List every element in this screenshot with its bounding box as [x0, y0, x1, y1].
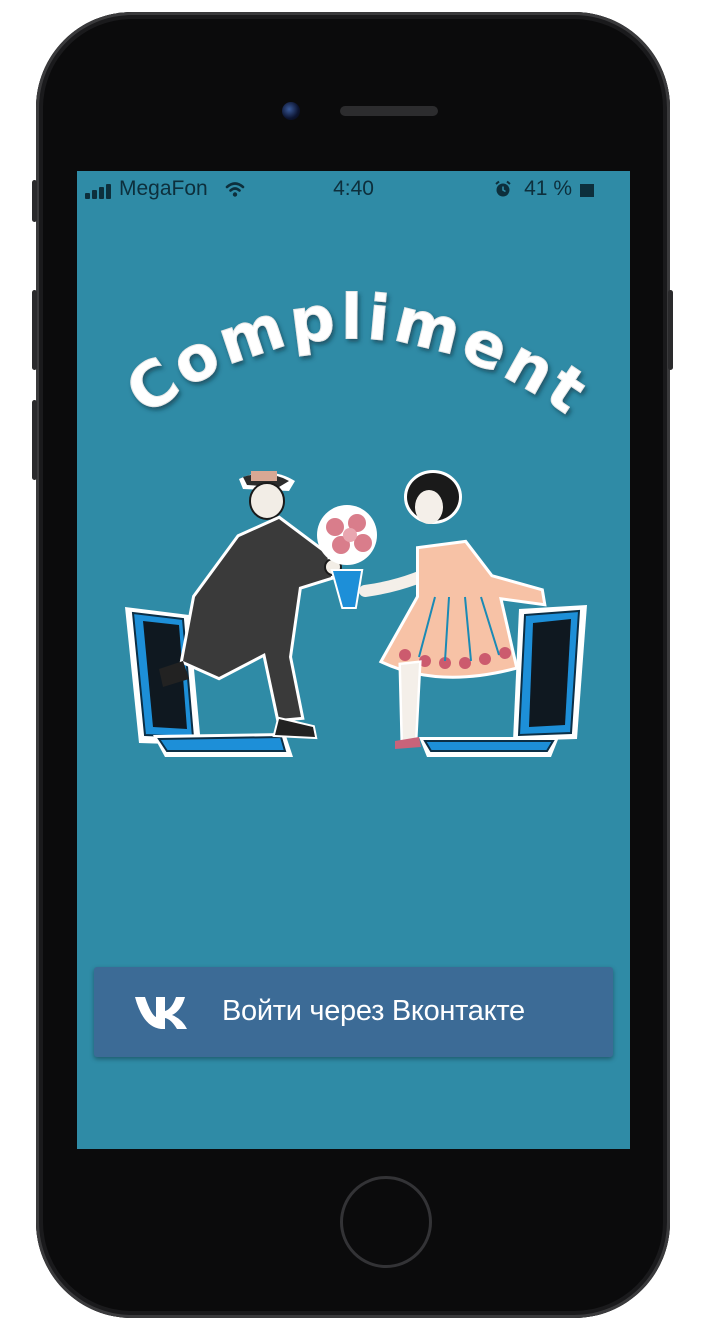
volume-down-button: [32, 400, 37, 480]
status-bar: MegaFon 4:40 41 %: [77, 171, 630, 209]
couple-illustration: [125, 470, 587, 757]
battery-icon: [580, 184, 594, 197]
battery-percent: 41 %: [524, 177, 572, 200]
vk-logo-icon: [135, 997, 187, 1029]
app-screen: MegaFon 4:40 41 % Compliment Войти через…: [77, 171, 630, 1149]
power-button: [668, 290, 673, 370]
vk-login-label: Войти через Вконтакте: [222, 995, 525, 1027]
vk-login-button[interactable]: Войти через Вконтакте: [94, 967, 613, 1057]
front-camera: [282, 102, 300, 120]
app-title-logo: Compliment: [112, 291, 603, 430]
home-button[interactable]: [340, 1176, 432, 1268]
volume-up-button: [32, 290, 37, 370]
alarm-icon: [495, 180, 511, 197]
mute-switch: [32, 180, 37, 222]
earpiece-speaker: [340, 106, 438, 116]
app-title: Compliment: [112, 291, 599, 430]
svg-text:Compliment: Compliment: [113, 291, 603, 430]
